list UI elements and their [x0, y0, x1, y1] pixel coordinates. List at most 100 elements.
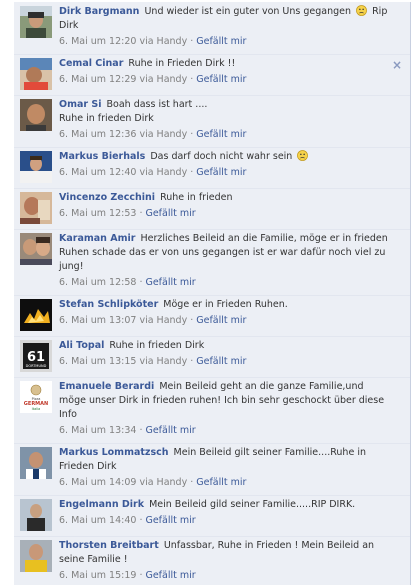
meta-separator: ·	[190, 477, 194, 488]
comment-content: Vincenzo Zecchini Ruhe in frieden 6. Mai…	[59, 191, 402, 224]
avatar[interactable]	[20, 233, 52, 265]
comment-text: Ruhe in Frieden Dirk !!	[128, 58, 236, 69]
meta-separator: ·	[190, 36, 194, 47]
avatar[interactable]	[20, 58, 52, 90]
comment-text: Mein Beileid gild seiner Familie.....RIP…	[149, 499, 356, 510]
avatar-badge-caption: DORTMUND	[26, 364, 47, 368]
comment-item: Markus Lommatzsch Mein Beileid gilt sein…	[14, 444, 410, 496]
avatar[interactable]	[20, 499, 52, 531]
comment-meta: 6. Mai um 12:29 via Handy · Gefällt mir	[59, 73, 392, 87]
comment-item: Markus Bierhals Das darf doch nicht wahr…	[14, 148, 410, 189]
comment-author-link[interactable]: Ali Topal	[59, 340, 104, 351]
like-link[interactable]: Gefällt mir	[196, 36, 246, 47]
meta-separator: ·	[190, 129, 194, 140]
comment-meta: 6. Mai um 14:40 · Gefällt mir	[59, 514, 392, 528]
comment-content: Dirk Bargmann Und wieder ist ein guter v…	[59, 5, 402, 49]
comment-content: Engelmann Dirk Mein Beileid gild seiner …	[59, 498, 402, 531]
comment-item: Stefan Schlipköter Möge er in Frieden Ru…	[14, 296, 410, 337]
comment-timestamp: 6. Mai um 12:53	[59, 208, 137, 219]
comment-feed: Dirk Bargmann Und wieder ist ein guter v…	[14, 2, 411, 585]
meta-separator: ·	[139, 570, 143, 581]
comment-meta: 6. Mai um 12:58 · Gefällt mir	[59, 276, 392, 290]
avatar[interactable]	[20, 299, 52, 331]
comment-author-link[interactable]: Omar Si	[59, 99, 101, 110]
comment-timestamp: 6. Mai um 12:20 via Handy	[59, 36, 188, 47]
comment-text: Und wieder ist ein guter von Uns gegange…	[144, 6, 352, 17]
comment-content: Omar Si Boah dass ist hart .... Ruhe in …	[59, 98, 402, 142]
comment-text: Das darf doch nicht wahr sein	[150, 151, 293, 162]
comment-content: Markus Bierhals Das darf doch nicht wahr…	[59, 150, 402, 183]
comment-meta: 6. Mai um 13:07 via Handy · Gefällt mir	[59, 314, 392, 328]
meta-separator: ·	[190, 74, 194, 85]
comment-meta: 6. Mai um 12:36 via Handy · Gefällt mir	[59, 128, 392, 142]
like-link[interactable]: Gefällt mir	[145, 208, 195, 219]
avatar[interactable]: 61 DORTMUND	[20, 340, 52, 372]
like-link[interactable]: Gefällt mir	[196, 74, 246, 85]
comment-author-link[interactable]: Markus Lommatzsch	[59, 447, 169, 458]
like-link[interactable]: Gefällt mir	[196, 477, 246, 488]
comment-content: Cemal Cinar Ruhe in Frieden Dirk !! 6. M…	[59, 57, 402, 90]
comment-item: Engelmann Dirk Mein Beileid gild seiner …	[14, 496, 410, 537]
comment-content: Markus Lommatzsch Mein Beileid gilt sein…	[59, 446, 402, 490]
comment-timestamp: 6. Mai um 12:58	[59, 277, 137, 288]
comment-meta: 6. Mai um 15:19 · Gefällt mir	[59, 569, 392, 583]
comment-author-link[interactable]: Markus Bierhals	[59, 151, 145, 162]
comment-text: Ruhe in frieden Dirk	[109, 340, 205, 351]
comment-meta: 6. Mai um 12:20 via Handy · Gefällt mir	[59, 35, 392, 49]
avatar[interactable]	[20, 151, 52, 183]
comment-item: Pizza GERMAN Italia Emanuele Berardi Mei…	[14, 378, 410, 444]
comment-item: Thorsten Breitbart Unfassbar, Ruhe in Fr…	[14, 537, 410, 585]
comment-content: Thorsten Breitbart Unfassbar, Ruhe in Fr…	[59, 539, 402, 583]
remove-comment-icon[interactable]: ×	[392, 58, 402, 72]
avatar[interactable]	[20, 6, 52, 38]
comment-author-link[interactable]: Dirk Bargmann	[59, 6, 139, 17]
sad-face-icon	[297, 150, 309, 161]
avatar[interactable]: Pizza GERMAN Italia	[20, 381, 52, 413]
like-link[interactable]: Gefällt mir	[145, 515, 195, 526]
comment-item: 61 DORTMUND Ali Topal Ruhe in frieden Di…	[14, 337, 410, 378]
meta-separator: ·	[139, 277, 143, 288]
comment-item: Vincenzo Zecchini Ruhe in frieden 6. Mai…	[14, 189, 410, 230]
comment-author-link[interactable]: Thorsten Breitbart	[59, 540, 159, 551]
avatar-badge-number: 61	[27, 350, 45, 365]
avatar[interactable]	[20, 99, 52, 131]
avatar[interactable]	[20, 192, 52, 224]
comment-item: Omar Si Boah dass ist hart .... Ruhe in …	[14, 96, 410, 148]
meta-separator: ·	[190, 315, 194, 326]
comment-text: Möge er in Frieden Ruhen.	[163, 299, 288, 310]
like-link[interactable]: Gefällt mir	[196, 356, 246, 367]
comment-author-link[interactable]: Karaman Amir	[59, 233, 135, 244]
comment-content: Karaman Amir Herzliches Beileid an die F…	[59, 232, 402, 290]
comment-author-link[interactable]: Engelmann Dirk	[59, 499, 144, 510]
sad-face-icon	[356, 5, 367, 16]
comment-timestamp: 6. Mai um 13:07 via Handy	[59, 315, 188, 326]
comment-meta: 6. Mai um 13:34 · Gefällt mir	[59, 424, 392, 438]
like-link[interactable]: Gefällt mir	[145, 570, 195, 581]
like-link[interactable]: Gefällt mir	[196, 167, 246, 178]
like-link[interactable]: Gefällt mir	[145, 277, 195, 288]
like-link[interactable]: Gefällt mir	[196, 129, 246, 140]
meta-separator: ·	[139, 515, 143, 526]
comment-content: Ali Topal Ruhe in frieden Dirk 6. Mai um…	[59, 339, 402, 372]
comment-content: Emanuele Berardi Mein Beileid geht an di…	[59, 380, 402, 438]
comment-author-link[interactable]: Cemal Cinar	[59, 58, 123, 69]
like-link[interactable]: Gefällt mir	[145, 425, 195, 436]
comment-meta: 6. Mai um 12:53 · Gefällt mir	[59, 207, 392, 221]
comment-timestamp: 6. Mai um 15:19	[59, 570, 137, 581]
comment-item: Karaman Amir Herzliches Beileid an die F…	[14, 230, 410, 296]
comment-author-link[interactable]: Emanuele Berardi	[59, 381, 154, 392]
comment-timestamp: 6. Mai um 12:40 via Handy	[59, 167, 188, 178]
comment-timestamp: 6. Mai um 12:36 via Handy	[59, 129, 188, 140]
meta-separator: ·	[139, 208, 143, 219]
like-link[interactable]: Gefällt mir	[196, 315, 246, 326]
comment-timestamp: 6. Mai um 14:40	[59, 515, 137, 526]
avatar-badge-caption: Italia	[32, 407, 41, 411]
comment-timestamp: 6. Mai um 14:09 via Handy	[59, 477, 188, 488]
avatar[interactable]	[20, 447, 52, 479]
comment-author-link[interactable]: Stefan Schlipköter	[59, 299, 158, 310]
comment-author-link[interactable]: Vincenzo Zecchini	[59, 192, 155, 203]
meta-separator: ·	[139, 425, 143, 436]
meta-separator: ·	[190, 167, 194, 178]
comment-item: Cemal Cinar Ruhe in Frieden Dirk !! 6. M…	[14, 55, 410, 96]
avatar[interactable]	[20, 540, 52, 572]
